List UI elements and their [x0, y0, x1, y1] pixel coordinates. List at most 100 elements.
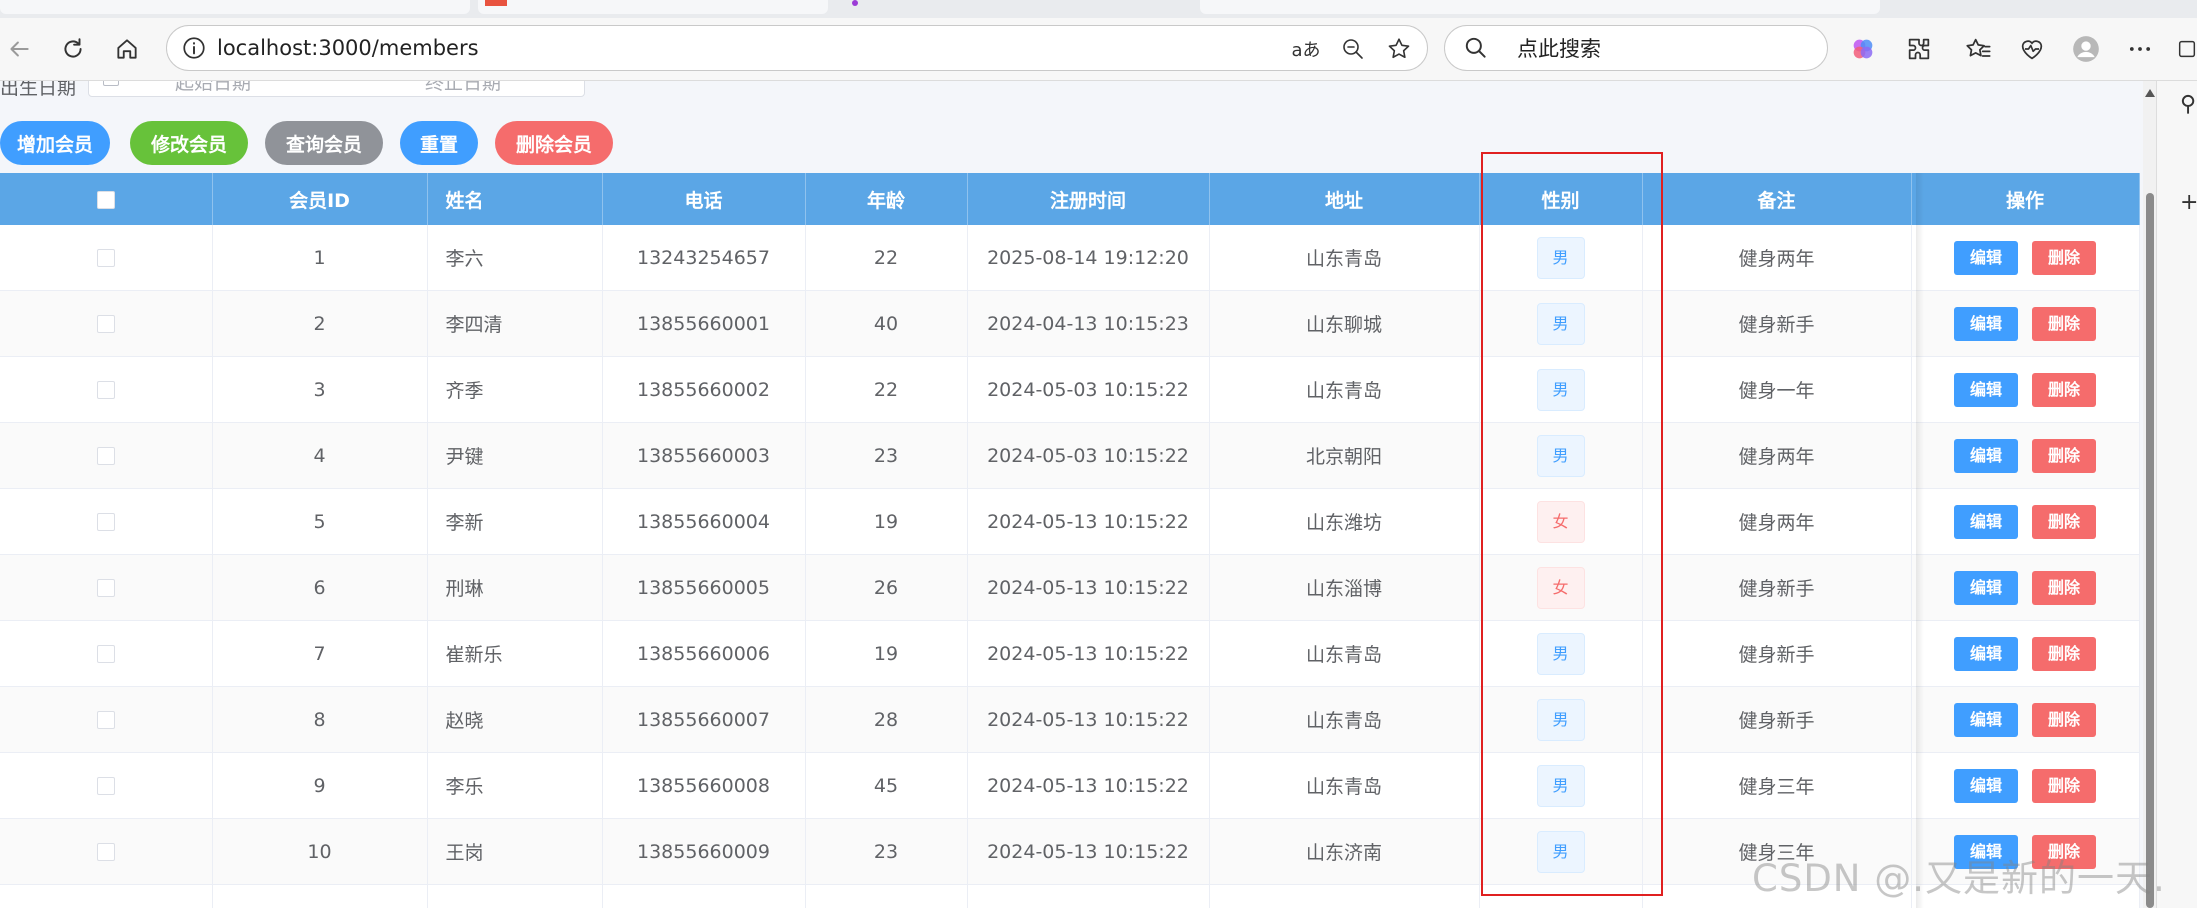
row-select-cell[interactable] [0, 356, 213, 423]
register-time-cell: 2024-05-03 10:15:22 [967, 422, 1210, 489]
row-edit-button[interactable]: 编辑 [1954, 570, 2018, 605]
favorites-icon[interactable] [1962, 33, 1994, 65]
header-name[interactable]: 姓名 [427, 173, 603, 225]
header-register-time[interactable]: 注册时间 [967, 173, 1210, 225]
row-checkbox[interactable] [96, 447, 115, 465]
zoom-out-icon[interactable] [1339, 35, 1367, 63]
row-edit-button[interactable]: 编辑 [1954, 702, 2018, 737]
row-delete-button[interactable]: 删除 [2032, 240, 2096, 275]
side-search-icon[interactable]: ⚲ [2180, 92, 2196, 117]
table-row[interactable]: 4 尹键 13855660003 23 2024-05-03 10:15:22 北京朝阳男… [0, 422, 2140, 489]
table-row[interactable]: 8 赵晓 13855660007 28 2024-05-13 10:15:22 山东青岛男… [0, 686, 2140, 753]
row-checkbox[interactable] [96, 645, 115, 663]
scroll-up-arrow-icon[interactable] [2145, 89, 2155, 97]
favorite-star-icon[interactable] [1385, 35, 1413, 63]
row-select-cell[interactable] [0, 488, 213, 555]
more-options-icon[interactable] [2124, 33, 2156, 65]
site-info-icon[interactable] [181, 35, 207, 61]
name-cell: 尹键 [427, 422, 603, 489]
row-checkbox[interactable] [96, 381, 115, 399]
table-row[interactable]: 6 刑琳 13855660005 26 2024-05-13 10:15:22 山东淄博女… [0, 554, 2140, 621]
row-edit-button[interactable]: 编辑 [1954, 372, 2018, 407]
select-all-cell[interactable] [0, 173, 213, 225]
member-id-cell: 3 [212, 356, 428, 423]
browser-tab[interactable] [0, 0, 470, 14]
row-select-cell[interactable] [0, 225, 213, 291]
row-edit-button[interactable]: 编辑 [1954, 504, 2018, 539]
row-delete-button[interactable]: 删除 [2032, 768, 2096, 803]
header-remark[interactable]: 备注 [1642, 173, 1912, 225]
row-select-cell[interactable] [0, 422, 213, 489]
extensions-icon[interactable] [1903, 33, 1935, 65]
row-edit-button[interactable]: 编辑 [1954, 306, 2018, 341]
table-cell [212, 884, 428, 908]
table-row[interactable]: 7 崔新乐 13855660006 19 2024-05-13 10:15:22 山东青岛… [0, 620, 2140, 687]
row-select-cell[interactable] [0, 752, 213, 819]
query-member-button[interactable]: 查询会员 [265, 121, 383, 165]
row-edit-button[interactable]: 编辑 [1954, 636, 2018, 671]
browser-essentials-icon[interactable] [2016, 33, 2048, 65]
back-icon[interactable] [2, 32, 36, 66]
edit-member-button[interactable]: 修改会员 [130, 121, 248, 165]
table-row[interactable]: 3 齐季 13855660002 22 2024-05-03 10:15:22 山东青岛男… [0, 356, 2140, 423]
home-icon[interactable] [110, 32, 144, 66]
end-date-placeholder[interactable]: 终止日期 [425, 81, 501, 95]
browser-tab[interactable] [1200, 0, 1880, 14]
refresh-icon[interactable] [56, 32, 90, 66]
row-checkbox[interactable] [96, 315, 115, 333]
row-delete-button[interactable]: 删除 [2032, 372, 2096, 407]
row-select-cell[interactable] [0, 290, 213, 357]
gender-column-highlight [1481, 152, 1663, 896]
row-checkbox[interactable] [96, 843, 115, 861]
side-add-icon[interactable]: + [2180, 190, 2197, 215]
register-time-cell: 2024-05-03 10:15:22 [967, 356, 1210, 423]
row-delete-button[interactable]: 删除 [2032, 438, 2096, 473]
select-all-checkbox[interactable] [96, 190, 115, 209]
row-select-cell[interactable] [0, 686, 213, 753]
phone-cell: 13855660007 [602, 686, 806, 753]
add-member-button[interactable]: 增加会员 [0, 121, 110, 165]
header-age[interactable]: 年龄 [805, 173, 968, 225]
browser-tab[interactable] [478, 0, 828, 14]
row-select-cell[interactable] [0, 554, 213, 621]
row-delete-button[interactable]: 删除 [2032, 702, 2096, 737]
table-row[interactable]: 5 李新 13855660004 19 2024-05-13 10:15:22 山东潍坊女… [0, 488, 2140, 555]
header-address[interactable]: 地址 [1209, 173, 1480, 225]
row-select-cell[interactable] [0, 620, 213, 687]
row-edit-button[interactable]: 编辑 [1954, 438, 2018, 473]
header-member-id[interactable]: 会员ID [212, 173, 428, 225]
url-text[interactable]: localhost:3000/members [217, 35, 479, 61]
reset-button[interactable]: 重置 [400, 121, 478, 165]
table-row[interactable]: 2 李四清 13855660001 40 2024-04-13 10:15:23 山东聊城… [0, 290, 2140, 357]
phone-cell: 13855660005 [602, 554, 806, 621]
table-row[interactable]: 1 李六 13243254657 22 2025-08-14 19:12:20 山东青岛男… [0, 225, 2140, 291]
table-row[interactable]: 9 李乐 13855660008 45 2024-05-13 10:15:22 山东青岛男… [0, 752, 2140, 819]
row-delete-button[interactable]: 删除 [2032, 306, 2096, 341]
profile-avatar-icon[interactable] [2070, 33, 2102, 65]
row-checkbox[interactable] [96, 249, 115, 267]
row-checkbox[interactable] [96, 579, 115, 597]
row-delete-button[interactable]: 删除 [2032, 504, 2096, 539]
row-checkbox[interactable] [96, 513, 115, 531]
row-edit-button[interactable]: 编辑 [1954, 768, 2018, 803]
name-cell: 李乐 [427, 752, 603, 819]
row-select-cell[interactable] [0, 818, 213, 885]
member-id-cell: 2 [212, 290, 428, 357]
scrollbar-thumb[interactable] [2146, 193, 2154, 908]
sidebar-toggle-icon[interactable] [2176, 33, 2197, 65]
read-aloud-icon[interactable]: aあ [1289, 35, 1323, 63]
row-delete-button[interactable]: 删除 [2032, 636, 2096, 671]
row-checkbox[interactable] [96, 777, 115, 795]
age-cell: 28 [805, 686, 968, 753]
delete-member-button[interactable]: 删除会员 [495, 121, 613, 165]
register-time-cell: 2024-05-13 10:15:22 [967, 620, 1210, 687]
search-box[interactable]: 点此搜索 [1444, 25, 1828, 71]
row-delete-button[interactable]: 删除 [2032, 570, 2096, 605]
address-bar[interactable]: localhost:3000/members aあ [166, 25, 1428, 71]
copilot-icon[interactable] [1847, 33, 1879, 65]
start-date-placeholder[interactable]: 起始日期 [175, 81, 251, 95]
birth-date-range-picker[interactable]: 起始日期 终止日期 [88, 81, 585, 97]
row-checkbox[interactable] [96, 711, 115, 729]
row-edit-button[interactable]: 编辑 [1954, 240, 2018, 275]
header-phone[interactable]: 电话 [602, 173, 806, 225]
